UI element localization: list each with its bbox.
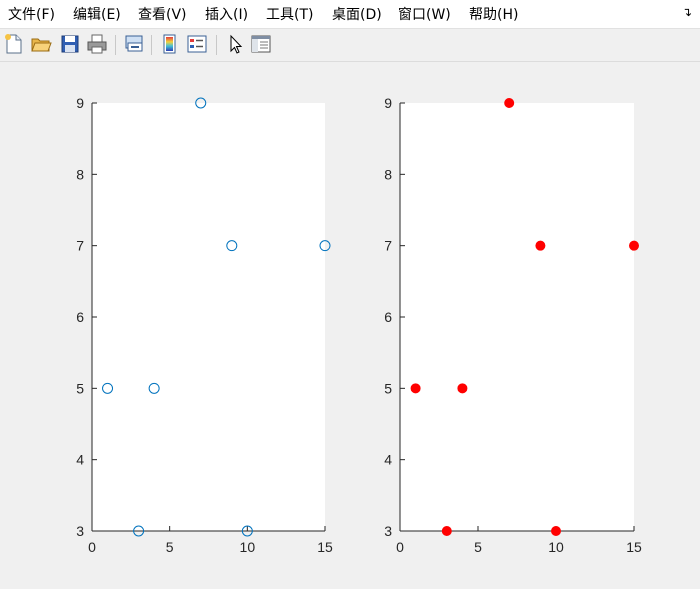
scatter-point[interactable] (535, 240, 546, 251)
menu-file[interactable]: 文件(F) (8, 5, 55, 25)
figure-area: 0 5 10 15 3 4 5 6 7 8 9 0 5 10 15 3 4 5 6 7 8 9 (0, 62, 700, 589)
scatter-point[interactable] (410, 383, 421, 394)
x-tick-label: 15 (317, 539, 333, 555)
plots-canvas: 0 5 10 15 3 4 5 6 7 8 9 0 5 10 15 3 4 5 6 7 8 9 (76, 95, 642, 555)
y-tick-label: 5 (384, 380, 392, 396)
y-tick-label: 9 (384, 95, 392, 111)
scatter-point[interactable] (551, 526, 561, 536)
y-tick-label: 4 (76, 452, 84, 468)
y-tick-label: 8 (384, 166, 392, 182)
scatter-point[interactable] (441, 526, 452, 536)
x-tick-label: 5 (474, 539, 482, 555)
save-icon[interactable] (59, 33, 81, 55)
plot-area (92, 103, 325, 531)
x-tick-label: 10 (240, 539, 256, 555)
menu-insert[interactable]: 插入(I) (205, 5, 248, 25)
y-tick-label: 6 (76, 309, 84, 325)
legend-icon[interactable] (186, 33, 208, 55)
toolbar-separator (115, 35, 116, 55)
colorbar-icon[interactable] (159, 33, 181, 55)
y-tick-label: 7 (384, 238, 392, 254)
y-tick-label: 5 (76, 380, 84, 396)
scatter-point[interactable] (629, 240, 639, 251)
y-tick-label: 9 (76, 95, 84, 111)
y-tick-label: 6 (384, 309, 392, 325)
y-tick-label: 3 (384, 523, 392, 539)
scatter-point[interactable] (504, 98, 515, 108)
toolbar (0, 29, 700, 62)
x-tick-label: 10 (548, 539, 564, 555)
toolbar-separator (151, 35, 152, 55)
menu-help[interactable]: 帮助(H) (469, 5, 518, 25)
property-inspector-icon[interactable] (250, 33, 272, 55)
print-icon[interactable] (86, 33, 108, 55)
axes-2[interactable]: 0 5 10 15 3 4 5 6 7 8 9 (384, 95, 642, 555)
toolbar-separator (216, 35, 217, 55)
axes-1[interactable]: 0 5 10 15 3 4 5 6 7 8 9 (76, 95, 333, 555)
link-plot-icon[interactable] (123, 33, 145, 55)
x-tick-label: 0 (396, 539, 404, 555)
menu-tools[interactable]: 工具(T) (266, 5, 313, 25)
x-tick-label: 15 (626, 539, 642, 555)
y-tick-label: 8 (76, 166, 84, 182)
plot-area (400, 103, 634, 531)
dock-arrow-icon[interactable]: ↴ (680, 4, 694, 20)
open-file-icon[interactable] (30, 33, 52, 55)
y-tick-label: 4 (384, 452, 392, 468)
menu-edit[interactable]: 编辑(E) (73, 5, 121, 25)
y-tick-label: 7 (76, 238, 84, 254)
menu-desktop[interactable]: 桌面(D) (332, 5, 382, 25)
new-figure-icon[interactable] (3, 33, 25, 55)
edit-plot-pointer-icon[interactable] (224, 33, 246, 55)
scatter-point[interactable] (457, 383, 468, 394)
y-tick-label: 3 (76, 523, 84, 539)
menu-bar: 文件(F) 编辑(E) 查看(V) 插入(I) 工具(T) 桌面(D) 窗口(W… (0, 0, 700, 29)
menu-view[interactable]: 查看(V) (138, 5, 187, 25)
menu-window[interactable]: 窗口(W) (398, 5, 451, 25)
x-tick-label: 5 (166, 539, 174, 555)
x-tick-label: 0 (88, 539, 96, 555)
